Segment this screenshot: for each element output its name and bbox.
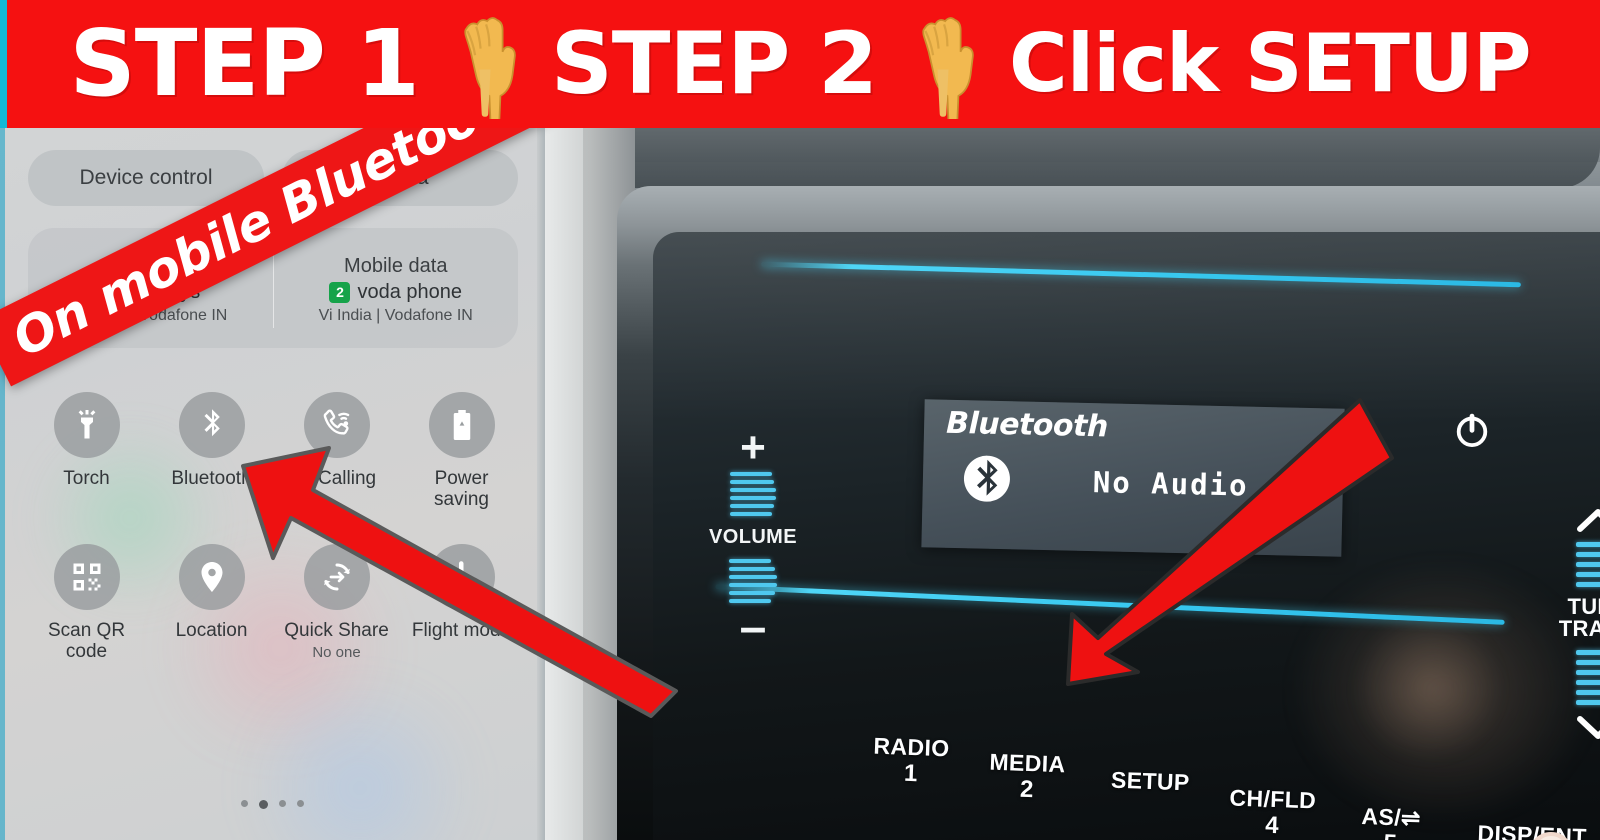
vol-bar-l4 bbox=[729, 582, 777, 587]
tune-bar-u5 bbox=[1576, 582, 1600, 587]
tune-bar-l4 bbox=[1576, 679, 1600, 685]
vol-bar-l5 bbox=[729, 590, 775, 595]
vol-bar-u5 bbox=[730, 503, 774, 508]
volume-down-label[interactable]: – bbox=[740, 603, 767, 650]
qr-code-icon bbox=[53, 544, 120, 611]
mobile-data-value-row: 2 voda phone bbox=[329, 281, 462, 304]
track-label: TRACK bbox=[1558, 616, 1600, 642]
arrow-to-bluetooth-toggle bbox=[215, 420, 685, 718]
volume-control[interactable]: + VOLUME – bbox=[698, 426, 808, 651]
head-unit-button-row: RADIO 1 MEDIA 2 SETUP CH/FLD 4 AS/⇌ 5 bbox=[761, 727, 1600, 840]
tune-label: TUNE bbox=[1567, 594, 1600, 619]
toggle-scan-qr-label: Scan QR code bbox=[47, 620, 126, 662]
volume-bars-upper bbox=[730, 471, 776, 516]
tune-bar-u1 bbox=[1576, 542, 1600, 547]
vol-bar-u1 bbox=[730, 471, 772, 476]
vol-bar-u4 bbox=[730, 495, 776, 500]
toggle-scan-qr[interactable]: Scan QR code bbox=[24, 544, 149, 662]
pointing-down-hand-icon-2 bbox=[883, 9, 1003, 119]
bluetooth-icon bbox=[960, 452, 1013, 505]
banner-left-accent bbox=[0, 0, 7, 128]
radio-button-label: RADIO bbox=[873, 732, 951, 762]
mobile-data-column[interactable]: Mobile data 2 voda phone Vi India | Voda… bbox=[274, 228, 519, 348]
vol-bar-l2 bbox=[729, 566, 775, 571]
media-button-label: MEDIA bbox=[989, 748, 1067, 778]
finger-pressing-setup bbox=[1505, 828, 1597, 840]
page-dot-4[interactable] bbox=[297, 800, 304, 807]
vol-bar-l1 bbox=[729, 558, 771, 563]
mobile-data-title: Mobile data bbox=[344, 255, 448, 277]
chfld-button[interactable]: CH/FLD 4 bbox=[1228, 784, 1317, 840]
chfld-button-label: CH/FLD bbox=[1229, 784, 1317, 814]
phone-left-edge bbox=[0, 128, 5, 840]
tune-bar-u3 bbox=[1576, 562, 1600, 567]
toggle-torch-label: Torch bbox=[63, 468, 110, 489]
radio-button[interactable]: RADIO 1 bbox=[872, 732, 951, 789]
volume-up-label[interactable]: + bbox=[740, 426, 766, 470]
tune-bars-upper bbox=[1576, 542, 1600, 587]
pointing-down-hand-icon bbox=[425, 9, 545, 119]
vol-bar-u2 bbox=[730, 479, 774, 484]
volume-bars-lower bbox=[729, 558, 777, 603]
flashlight-icon bbox=[53, 392, 120, 458]
tune-bar-l6 bbox=[1576, 699, 1600, 705]
page-indicator-dots bbox=[0, 800, 545, 809]
page-dot-1[interactable] bbox=[241, 800, 248, 807]
as-button[interactable]: AS/⇌ 5 bbox=[1360, 802, 1422, 840]
setup-button-label: SETUP bbox=[1110, 766, 1191, 796]
sim-slot-badge: 2 bbox=[329, 282, 351, 303]
chevron-up-icon[interactable] bbox=[1576, 507, 1600, 533]
click-setup-label: Click SETUP bbox=[1009, 17, 1531, 110]
step2-label: STEP 2 bbox=[550, 14, 878, 114]
tune-bar-l2 bbox=[1576, 659, 1600, 665]
vol-bar-u3 bbox=[730, 487, 776, 492]
tune-bars-lower bbox=[1576, 649, 1600, 705]
device-control-label: Device control bbox=[79, 166, 213, 189]
media-button[interactable]: MEDIA 2 bbox=[988, 748, 1067, 805]
radio-button-number: 1 bbox=[903, 759, 918, 787]
tune-bar-l1 bbox=[1576, 649, 1600, 655]
tune-bar-u2 bbox=[1576, 552, 1600, 557]
as-button-label: AS/⇌ bbox=[1361, 802, 1422, 832]
tune-track-control[interactable]: TUNE TRACK bbox=[1538, 507, 1600, 740]
chfld-button-number: 4 bbox=[1264, 811, 1280, 839]
tune-bar-l5 bbox=[1576, 689, 1600, 695]
tune-bar-u4 bbox=[1576, 572, 1600, 577]
vol-bar-l3 bbox=[729, 574, 777, 579]
mobile-data-carrier: Vi India | Vodafone IN bbox=[318, 307, 473, 324]
tune-bar-l3 bbox=[1576, 669, 1600, 675]
volume-label: VOLUME bbox=[709, 525, 797, 548]
page-dot-2-active[interactable] bbox=[259, 800, 268, 809]
power-button-icon[interactable] bbox=[1453, 412, 1491, 450]
setup-button[interactable]: SETUP bbox=[1110, 766, 1191, 796]
screenshot-root: STEP 1 STEP 2 Click SETUP Device control… bbox=[0, 0, 1600, 840]
page-dot-3[interactable] bbox=[279, 800, 286, 807]
instruction-banner: STEP 1 STEP 2 Click SETUP bbox=[0, 0, 1600, 128]
mobile-data-value: voda phone bbox=[357, 281, 463, 303]
dashboard-hood bbox=[545, 128, 1600, 188]
arrow-to-setup-button bbox=[1010, 392, 1400, 692]
media-button-number: 2 bbox=[1019, 775, 1034, 803]
toggle-torch[interactable]: Torch bbox=[24, 392, 149, 510]
step1-label: STEP 1 bbox=[69, 10, 420, 117]
vol-bar-u6 bbox=[730, 511, 772, 516]
